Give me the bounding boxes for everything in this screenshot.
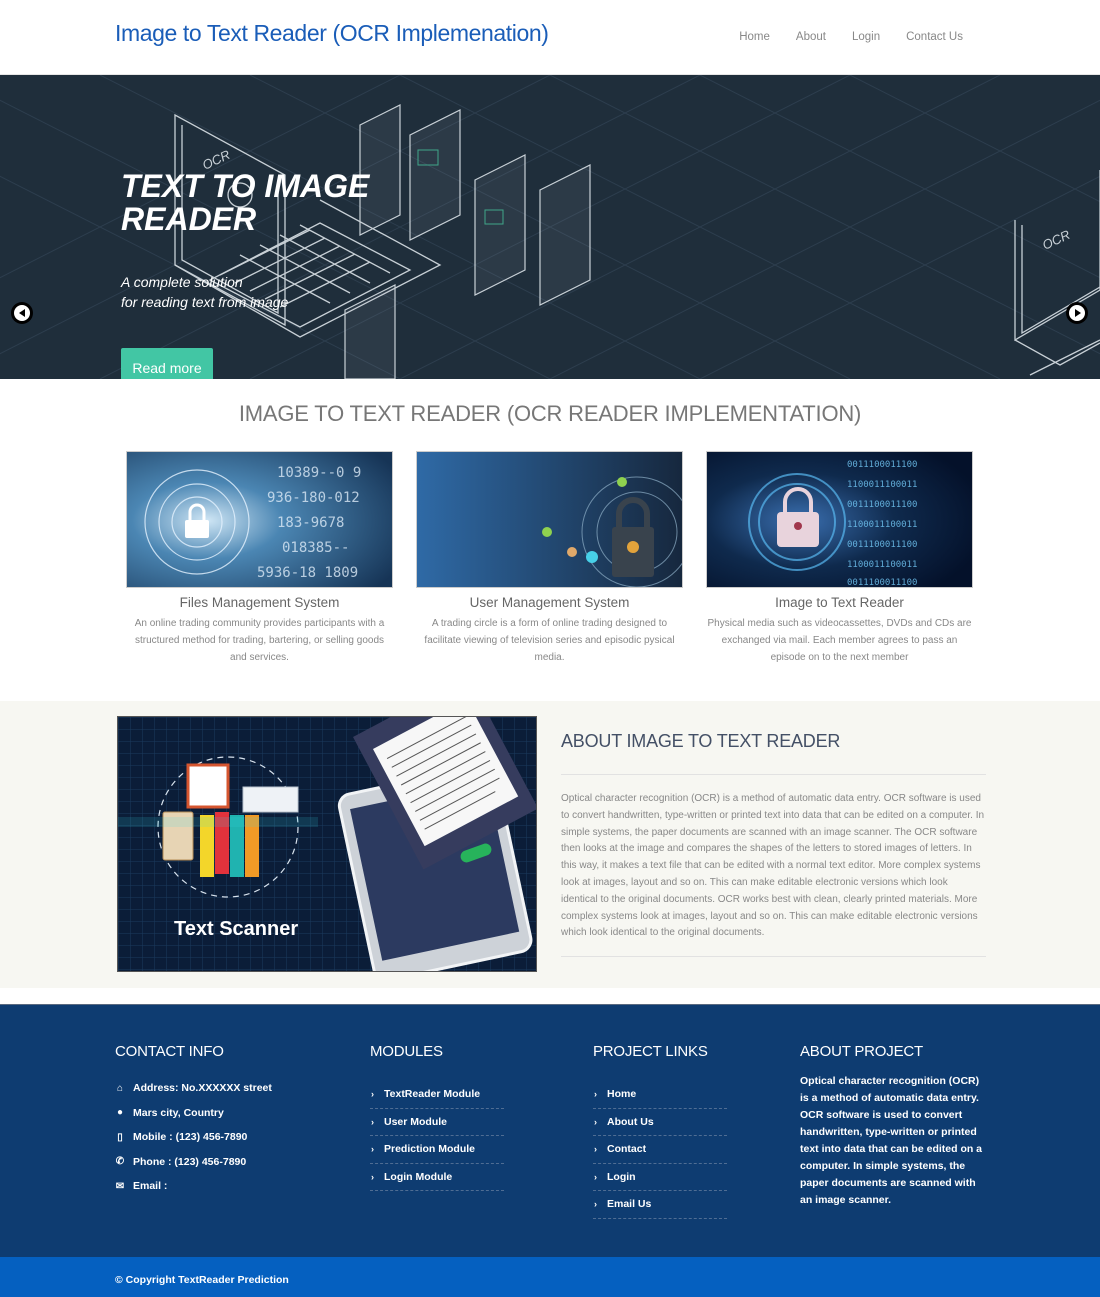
module-link-login[interactable]: › Login Module bbox=[370, 1164, 504, 1191]
feature-description: An online trading community provides par… bbox=[134, 618, 385, 663]
feature-card: 0011100011100 1100011100011 0011100011100 1… bbox=[706, 451, 973, 666]
read-more-button[interactable]: Read more bbox=[121, 348, 213, 379]
chevron-right-icon: › bbox=[371, 1171, 374, 1182]
text-scanner-image: Text Scanner bbox=[117, 716, 537, 972]
feature-image-files: 10389--0 9 936-180-012 183-9678 018385-- 593… bbox=[126, 451, 393, 588]
contact-item-email: ✉ Email : bbox=[115, 1180, 168, 1193]
slider-prev-button[interactable] bbox=[11, 302, 33, 324]
footer-contact-column: CONTACT INFO ⌂ Address: No.XXXXXX street … bbox=[115, 1043, 272, 1199]
nav-contact-us[interactable]: Contact Us bbox=[906, 31, 963, 43]
feature-description: A trading circle is a form of online tra… bbox=[424, 618, 675, 663]
svg-text:1100011100011: 1100011100011 bbox=[847, 480, 917, 490]
svg-text:1100011100011: 1100011100011 bbox=[847, 560, 917, 570]
project-link-email-us[interactable]: › Email Us bbox=[593, 1191, 727, 1219]
hero-slider: OCR OCR TEXT TO IMAGE READER A complete … bbox=[0, 75, 1100, 379]
svg-text:936-180-012: 936-180-012 bbox=[267, 490, 360, 506]
feature-title: Files Management System bbox=[179, 595, 340, 610]
nav-home[interactable]: Home bbox=[739, 31, 770, 43]
main-nav: Home About Login Contact Us bbox=[739, 31, 963, 43]
slider-next-button[interactable] bbox=[1066, 302, 1088, 324]
chevron-right-icon: › bbox=[594, 1144, 597, 1155]
floating-panels bbox=[344, 104, 591, 379]
modules-list: › TextReader Module › User Module › Predict… bbox=[370, 1081, 504, 1191]
svg-text:018385--: 018385-- bbox=[282, 540, 349, 556]
feature-description: Physical media such as videocassettes, D… bbox=[707, 618, 972, 663]
hero-title: TEXT TO IMAGE READER bbox=[121, 168, 370, 237]
features-section: IMAGE TO TEXT READER (OCR READER IMPLEME… bbox=[0, 379, 1100, 701]
about-heading: ABOUT IMAGE TO TEXT READER bbox=[561, 731, 841, 751]
feature-image-users bbox=[416, 451, 683, 588]
hero-subtitle-line-1: A complete solution bbox=[121, 274, 243, 290]
footer-contact-heading: CONTACT INFO bbox=[115, 1043, 224, 1060]
footer-about-project-column: ABOUT PROJECT Optical character recognit… bbox=[800, 1043, 990, 1209]
footer-about-project-text: Optical character recognition (OCR) is a… bbox=[800, 1075, 983, 1206]
text-scanner-caption: Text Scanner bbox=[174, 918, 298, 940]
footer-about-project-heading: ABOUT PROJECT bbox=[800, 1043, 923, 1060]
phone-icon: ✆ bbox=[115, 1156, 125, 1168]
hero-subtitle: A complete solution for reading text fro… bbox=[121, 272, 381, 312]
module-link-user[interactable]: › User Module bbox=[370, 1109, 504, 1136]
footer-modules-heading: MODULES bbox=[370, 1043, 443, 1060]
project-link-login[interactable]: › Login bbox=[593, 1164, 727, 1191]
feature-title: Image to Text Reader bbox=[775, 595, 904, 610]
svg-text:1100011100011: 1100011100011 bbox=[847, 520, 917, 530]
contact-item-mobile: ▯ Mobile : (123) 456-7890 bbox=[115, 1125, 272, 1150]
svg-text:0011100011100: 0011100011100 bbox=[847, 460, 917, 470]
about-paragraph: Optical character recognition (OCR) is a… bbox=[561, 793, 985, 939]
contact-item-address: ⌂ Address: No.XXXXXX street bbox=[116, 1082, 272, 1095]
about-content: ABOUT IMAGE TO TEXT READER Optical chara… bbox=[561, 731, 986, 958]
project-link-contact[interactable]: › Contact bbox=[593, 1136, 727, 1164]
contact-item-phone: ✆ Phone : (123) 456-7890 bbox=[115, 1155, 247, 1168]
project-link-home[interactable]: › Home bbox=[593, 1081, 727, 1109]
svg-text:0011100011100: 0011100011100 bbox=[847, 500, 917, 510]
feature-title: User Management System bbox=[469, 595, 630, 610]
home-icon: ⌂ bbox=[116, 1082, 124, 1094]
about-divider-bottom bbox=[561, 956, 986, 958]
nav-about[interactable]: About bbox=[796, 31, 826, 43]
globe-icon: ● bbox=[116, 1107, 124, 1119]
contact-list: ⌂ Address: No.XXXXXX street ● Mars city, C… bbox=[115, 1076, 272, 1199]
chevron-right-icon: › bbox=[594, 1199, 597, 1210]
project-links-list: › Home › About Us › Contact › Login › Email U… bbox=[593, 1081, 727, 1219]
svg-text:5936-18 1809: 5936-18 1809 bbox=[257, 565, 358, 581]
feature-image-reader: 0011100011100 1100011100011 0011100011100 1… bbox=[706, 451, 973, 588]
module-link-prediction[interactable]: › Prediction Module bbox=[370, 1136, 504, 1164]
section-spacer bbox=[0, 988, 1100, 1004]
nav-login[interactable]: Login bbox=[852, 31, 880, 43]
chevron-right-icon: › bbox=[371, 1089, 374, 1100]
svg-text:183-9678: 183-9678 bbox=[277, 515, 344, 531]
brand-logo-link[interactable]: Image to Text Reader (OCR Implemenation) bbox=[115, 20, 549, 47]
site-footer: CONTACT INFO ⌂ Address: No.XXXXXX street … bbox=[0, 1004, 1100, 1257]
svg-text:0011100011100: 0011100011100 bbox=[847, 578, 917, 588]
mobile-icon: ▯ bbox=[117, 1131, 123, 1143]
feature-cards: 10389--0 9 936-180-012 183-9678 018385-- 593… bbox=[126, 451, 1100, 666]
svg-text:OCR: OCR bbox=[1040, 227, 1073, 253]
copyright-bar: © Copyright TextReader Prediction bbox=[0, 1257, 1100, 1297]
feature-card: User Management System A trading circle … bbox=[416, 451, 683, 666]
svg-text:0011100011100: 0011100011100 bbox=[847, 540, 917, 550]
chevron-right-icon: › bbox=[594, 1089, 597, 1100]
contact-item-city: ● Mars city, Country bbox=[116, 1106, 224, 1119]
hero-subtitle-line-2: for reading text from image bbox=[121, 294, 289, 310]
about-section: Text Scanner ABOUT IMAGE TO TEXT READER … bbox=[0, 701, 1100, 988]
envelope-icon: ✉ bbox=[115, 1180, 125, 1192]
footer-project-links-heading: PROJECT LINKS bbox=[593, 1043, 708, 1060]
chevron-right-icon: › bbox=[594, 1171, 597, 1182]
site-header: Image to Text Reader (OCR Implemenation)… bbox=[0, 0, 1100, 75]
about-divider-top bbox=[561, 774, 986, 775]
footer-modules-column: MODULES › TextReader Module › User Module … bbox=[370, 1043, 504, 1191]
features-heading: IMAGE TO TEXT READER (OCR READER IMPLEME… bbox=[238, 401, 862, 426]
chevron-left-icon bbox=[18, 309, 25, 317]
chevron-right-icon: › bbox=[371, 1116, 374, 1127]
feature-card: 10389--0 9 936-180-012 183-9678 018385-- 593… bbox=[126, 451, 393, 666]
module-link-textreader[interactable]: › TextReader Module bbox=[370, 1081, 504, 1109]
project-link-about-us[interactable]: › About Us bbox=[593, 1109, 727, 1136]
svg-text:10389--0 9: 10389--0 9 bbox=[277, 465, 361, 481]
chevron-right-icon: › bbox=[371, 1144, 374, 1155]
chevron-right-icon: › bbox=[594, 1116, 597, 1127]
footer-project-links-column: PROJECT LINKS › Home › About Us › Contact ›… bbox=[593, 1043, 727, 1219]
chevron-right-icon bbox=[1075, 309, 1081, 317]
